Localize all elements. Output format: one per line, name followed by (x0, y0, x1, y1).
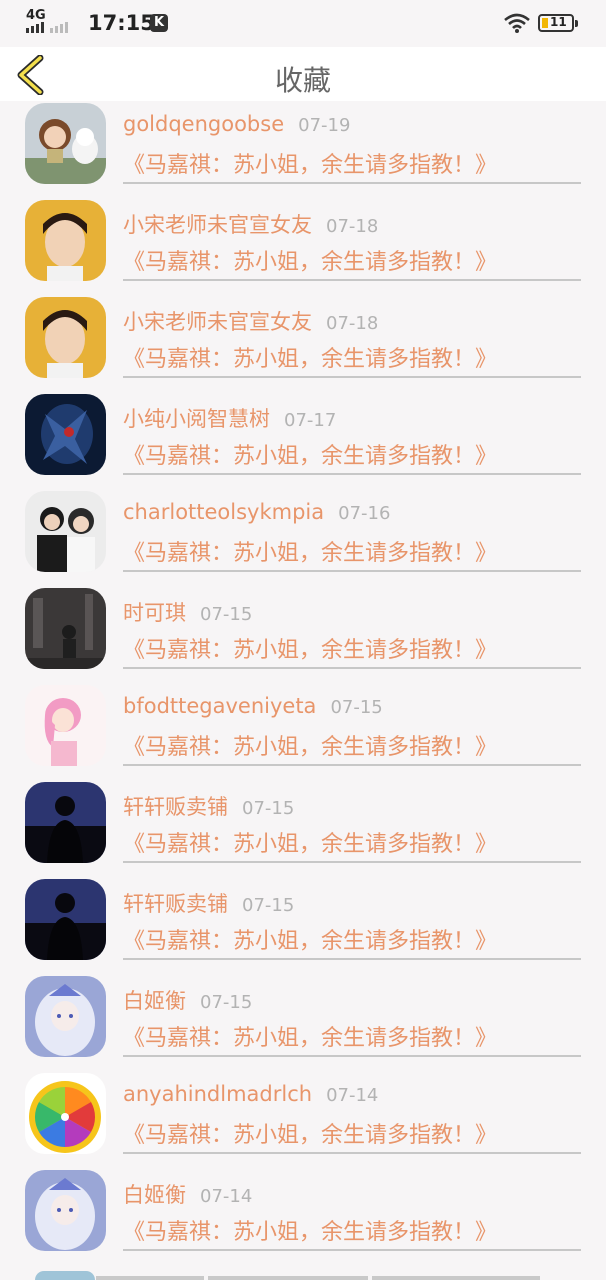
divider (123, 279, 581, 281)
user-avatar[interactable] (25, 491, 106, 572)
favorite-item-partial[interactable] (0, 1266, 606, 1280)
clock: 17:15 (88, 11, 155, 35)
favorite-date: 07-15 (242, 895, 295, 916)
divider (123, 1152, 581, 1154)
user-avatar[interactable] (25, 976, 106, 1057)
divider (123, 182, 581, 184)
story-title[interactable]: 《马嘉祺：苏小姐，余生请多指教！》 (123, 244, 497, 276)
favorite-item[interactable]: 小宋老师未官宣女友 07-18 《马嘉祺：苏小姐，余生请多指教！》 (0, 295, 606, 392)
user-name[interactable]: 轩轩贩卖铺 (123, 795, 228, 819)
story-title[interactable]: 《马嘉祺：苏小姐，余生请多指教！》 (123, 1020, 497, 1052)
user-avatar[interactable] (25, 782, 106, 863)
user-avatar[interactable] (25, 588, 106, 669)
favorite-item[interactable]: charlotteolsykmpia 07-16 《马嘉祺：苏小姐，余生请多指教！… (0, 489, 606, 586)
title-bar: 收藏 (0, 47, 606, 101)
user-name[interactable]: 小宋老师未官宣女友 (123, 310, 312, 334)
wifi-icon (504, 13, 530, 33)
story-title[interactable]: 《马嘉祺：苏小姐，余生请多指教！》 (123, 438, 497, 470)
network-type: 4G (26, 8, 46, 23)
user-name[interactable]: 小纯小阅智慧树 (123, 407, 270, 431)
divider (96, 1276, 204, 1280)
story-title[interactable]: 《马嘉祺：苏小姐，余生请多指教！》 (123, 729, 497, 761)
favorite-date: 07-15 (200, 992, 253, 1013)
user-name[interactable]: 白姬衡 (123, 989, 186, 1013)
divider (123, 667, 581, 669)
user-name[interactable]: 白姬衡 (123, 1183, 186, 1207)
user-name[interactable]: goldqengoobse (123, 112, 284, 136)
divider (123, 764, 581, 766)
story-title[interactable]: 《马嘉祺：苏小姐，余生请多指教！》 (123, 147, 497, 179)
favorite-date: 07-19 (298, 115, 351, 136)
divider (123, 1055, 581, 1057)
user-avatar[interactable] (25, 1073, 106, 1154)
user-avatar[interactable] (25, 394, 106, 475)
user-name[interactable]: charlotteolsykmpia (123, 500, 324, 524)
divider (123, 570, 581, 572)
favorite-date: 07-14 (200, 1186, 253, 1207)
user-avatar[interactable] (25, 200, 106, 281)
divider (208, 1276, 368, 1280)
user-name[interactable]: 时可琪 (123, 601, 186, 625)
user-avatar[interactable] (25, 1170, 106, 1251)
favorite-date: 07-15 (330, 697, 383, 718)
status-bar: 4G 17:15 K 11 (0, 0, 606, 47)
favorite-item[interactable]: goldqengoobse 07-19 《马嘉祺：苏小姐，余生请多指教！》 (0, 101, 606, 198)
favorite-item[interactable]: 白姬衡 07-14 《马嘉祺：苏小姐，余生请多指教！》 (0, 1168, 606, 1265)
story-title[interactable]: 《马嘉祺：苏小姐，余生请多指教！》 (123, 535, 497, 567)
favorite-item[interactable]: 白姬衡 07-15 《马嘉祺：苏小姐，余生请多指教！》 (0, 974, 606, 1071)
favorite-date: 07-17 (284, 410, 337, 431)
favorite-item[interactable]: 轩轩贩卖铺 07-15 《马嘉祺：苏小姐，余生请多指教！》 (0, 877, 606, 974)
favorite-item[interactable]: 时可琪 07-15 《马嘉祺：苏小姐，余生请多指教！》 (0, 586, 606, 683)
favorite-date: 07-15 (200, 604, 253, 625)
user-avatar[interactable] (25, 297, 106, 378)
battery-icon: 11 (538, 14, 578, 32)
divider (123, 1249, 581, 1251)
page-title: 收藏 (274, 64, 331, 97)
favorites-list: goldqengoobse 07-19 《马嘉祺：苏小姐，余生请多指教！》 小宋老… (0, 101, 606, 1265)
favorite-date: 07-15 (242, 798, 295, 819)
favorite-item[interactable]: 小宋老师未官宣女友 07-18 《马嘉祺：苏小姐，余生请多指教！》 (0, 198, 606, 295)
story-title[interactable]: 《马嘉祺：苏小姐，余生请多指教！》 (123, 923, 497, 955)
favorite-date: 07-18 (326, 313, 379, 334)
user-avatar (35, 1271, 95, 1280)
story-title[interactable]: 《马嘉祺：苏小姐，余生请多指教！》 (123, 1214, 497, 1246)
battery-level: 11 (550, 15, 567, 29)
user-name[interactable]: 轩轩贩卖铺 (123, 892, 228, 916)
divider (123, 861, 581, 863)
story-title[interactable]: 《马嘉祺：苏小姐，余生请多指教！》 (123, 341, 497, 373)
favorite-date: 07-16 (338, 503, 391, 524)
favorite-item[interactable]: bfodttegaveniyeta 07-15 《马嘉祺：苏小姐，余生请多指教！》 (0, 683, 606, 780)
notification-k-icon: K (150, 14, 168, 32)
story-title[interactable]: 《马嘉祺：苏小姐，余生请多指教！》 (123, 632, 497, 664)
divider (123, 376, 581, 378)
signal-icon (26, 22, 68, 33)
favorite-date: 07-14 (326, 1085, 379, 1106)
divider (123, 958, 581, 960)
favorite-item[interactable]: 小纯小阅智慧树 07-17 《马嘉祺：苏小姐，余生请多指教！》 (0, 392, 606, 489)
user-name[interactable]: anyahindlmadrlch (123, 1082, 312, 1106)
story-title[interactable]: 《马嘉祺：苏小姐，余生请多指教！》 (123, 826, 497, 858)
divider (123, 473, 581, 475)
favorite-item[interactable]: anyahindlmadrlch 07-14 《马嘉祺：苏小姐，余生请多指教！》 (0, 1071, 606, 1168)
favorite-item[interactable]: 轩轩贩卖铺 07-15 《马嘉祺：苏小姐，余生请多指教！》 (0, 780, 606, 877)
story-title[interactable]: 《马嘉祺：苏小姐，余生请多指教！》 (123, 1117, 497, 1149)
user-avatar[interactable] (25, 685, 106, 766)
favorite-date: 07-18 (326, 216, 379, 237)
user-avatar[interactable] (25, 879, 106, 960)
user-name[interactable]: 小宋老师未官宣女友 (123, 213, 312, 237)
user-avatar[interactable] (25, 103, 106, 184)
user-name[interactable]: bfodttegaveniyeta (123, 694, 316, 718)
divider (372, 1276, 540, 1280)
